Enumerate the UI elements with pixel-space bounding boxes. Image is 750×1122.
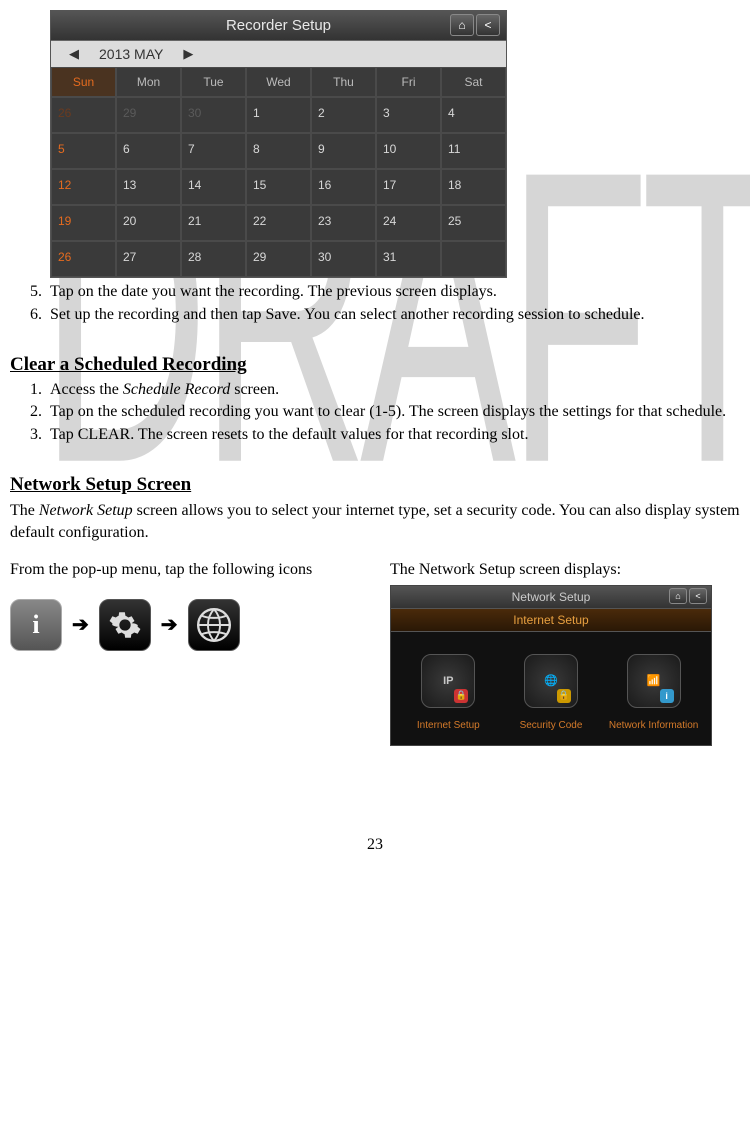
calendar-title: Recorder Setup [226, 17, 331, 34]
section-heading-network: Network Setup Screen [10, 474, 740, 496]
calendar-cell[interactable]: 16 [311, 169, 376, 205]
calendar-header: Sun [51, 67, 116, 97]
calendar-header: Thu [311, 67, 376, 97]
prev-month-arrow-icon[interactable]: ◀ [69, 46, 79, 62]
calendar-cell[interactable]: 23 [311, 205, 376, 241]
calendar-cell[interactable] [441, 241, 506, 277]
calendar-cell[interactable]: 19 [51, 205, 116, 241]
calendar-cell[interactable]: 7 [181, 133, 246, 169]
ns-menu-item[interactable]: 📶i Network Information [609, 654, 699, 731]
step-item: Tap CLEAR. The screen resets to the defa… [46, 425, 740, 446]
calendar-month-label: 2013 MAY [99, 46, 163, 62]
calendar-cell[interactable]: 24 [376, 205, 441, 241]
back-icon[interactable]: < [689, 588, 707, 604]
arrow-icon: ➔ [72, 612, 89, 637]
calendar-cell[interactable]: 14 [181, 169, 246, 205]
ns-title: Network Setup [512, 590, 591, 604]
gear-icon[interactable] [99, 599, 151, 651]
page-number: 23 [10, 836, 740, 854]
calendar-cell[interactable]: 5 [51, 133, 116, 169]
calendar-cell[interactable]: 21 [181, 205, 246, 241]
step-item: Tap on the scheduled recording you want … [46, 402, 740, 423]
next-month-arrow-icon[interactable]: ▶ [183, 46, 193, 62]
calendar-cell[interactable]: 8 [246, 133, 311, 169]
calendar-month-bar: ◀ 2013 MAY ▶ [51, 41, 506, 67]
calendar-header: Mon [116, 67, 181, 97]
calendar-cell[interactable]: 11 [441, 133, 506, 169]
info-icon[interactable]: i [10, 599, 62, 651]
popup-menu-label: From the pop-up menu, tap the following … [10, 559, 360, 581]
section-heading-clear: Clear a Scheduled Recording [10, 354, 740, 376]
calendar-cell[interactable]: 15 [246, 169, 311, 205]
ns-item-label: Security Code [520, 720, 583, 731]
calendar-cell[interactable]: 27 [116, 241, 181, 277]
back-icon[interactable]: < [476, 14, 500, 36]
calendar-header: Tue [181, 67, 246, 97]
calendar-cell[interactable]: 30 [311, 241, 376, 277]
ns-menu-item[interactable]: IP🔒 Internet Setup [403, 654, 493, 731]
calendar-cell[interactable]: 13 [116, 169, 181, 205]
ns-subtitle: Internet Setup [391, 608, 711, 632]
calendar-cell[interactable]: 6 [116, 133, 181, 169]
calendar-cell[interactable]: 2 [311, 97, 376, 133]
ns-icon-row: IP🔒 Internet Setup 🌐🔒 Security Code 📶i Networ… [391, 632, 711, 745]
clear-steps-list: Access the Schedule Record screen.Tap on… [10, 380, 740, 446]
security-icon[interactable]: 🌐🔒 [524, 654, 578, 708]
network-intro: The Network Setup screen allows you to s… [10, 500, 740, 543]
calendar-cell[interactable]: 22 [246, 205, 311, 241]
calendar-cell[interactable]: 30 [181, 97, 246, 133]
calendar-title-bar: Recorder Setup ⌂ < [51, 11, 506, 41]
calendar-cell[interactable]: 28 [181, 241, 246, 277]
home-icon[interactable]: ⌂ [669, 588, 687, 604]
calendar-cell[interactable]: 25 [441, 205, 506, 241]
calendar-header: Sat [441, 67, 506, 97]
calendar-screenshot: Recorder Setup ⌂ < ◀ 2013 MAY ▶ SunMonTu… [50, 10, 507, 278]
calendar-cell[interactable]: 17 [376, 169, 441, 205]
calendar-cell[interactable]: 26 [51, 241, 116, 277]
ns-item-label: Internet Setup [417, 720, 480, 731]
calendar-cell[interactable]: 29 [246, 241, 311, 277]
calendar-cell[interactable]: 10 [376, 133, 441, 169]
calendar-grid: SunMonTueWedThuFriSat2629301234567891011… [51, 67, 506, 277]
step-item: Access the Schedule Record screen. [46, 380, 740, 401]
home-icon[interactable]: ⌂ [450, 14, 474, 36]
ns-item-label: Network Information [609, 720, 698, 731]
calendar-cell[interactable]: 9 [311, 133, 376, 169]
network-setup-screenshot: Network Setup ⌂ < Internet Setup IP🔒 Inte… [390, 585, 712, 746]
globe-icon[interactable] [188, 599, 240, 651]
calendar-cell[interactable]: 1 [246, 97, 311, 133]
calendar-cell[interactable]: 31 [376, 241, 441, 277]
calendar-cell[interactable]: 12 [51, 169, 116, 205]
calendar-cell[interactable]: 29 [116, 97, 181, 133]
calendar-cell[interactable]: 4 [441, 97, 506, 133]
ns-title-bar: Network Setup ⌂ < [391, 586, 711, 608]
steps-list-continued: Tap on the date you want the recording. … [10, 282, 740, 326]
icon-navigation-row: i ➔ ➔ [10, 599, 360, 651]
calendar-cell[interactable]: 18 [441, 169, 506, 205]
network-info-icon[interactable]: 📶i [627, 654, 681, 708]
calendar-cell[interactable]: 20 [116, 205, 181, 241]
step-item: Set up the recording and then tap Save. … [46, 305, 740, 326]
calendar-cell[interactable]: 3 [376, 97, 441, 133]
arrow-icon: ➔ [161, 612, 178, 637]
step-item: Tap on the date you want the recording. … [46, 282, 740, 303]
network-setup-displays-label: The Network Setup screen displays: [390, 559, 740, 581]
calendar-header: Fri [376, 67, 441, 97]
ns-menu-item[interactable]: 🌐🔒 Security Code [506, 654, 596, 731]
calendar-cell[interactable]: 26 [51, 97, 116, 133]
calendar-header: Wed [246, 67, 311, 97]
ip-icon[interactable]: IP🔒 [421, 654, 475, 708]
